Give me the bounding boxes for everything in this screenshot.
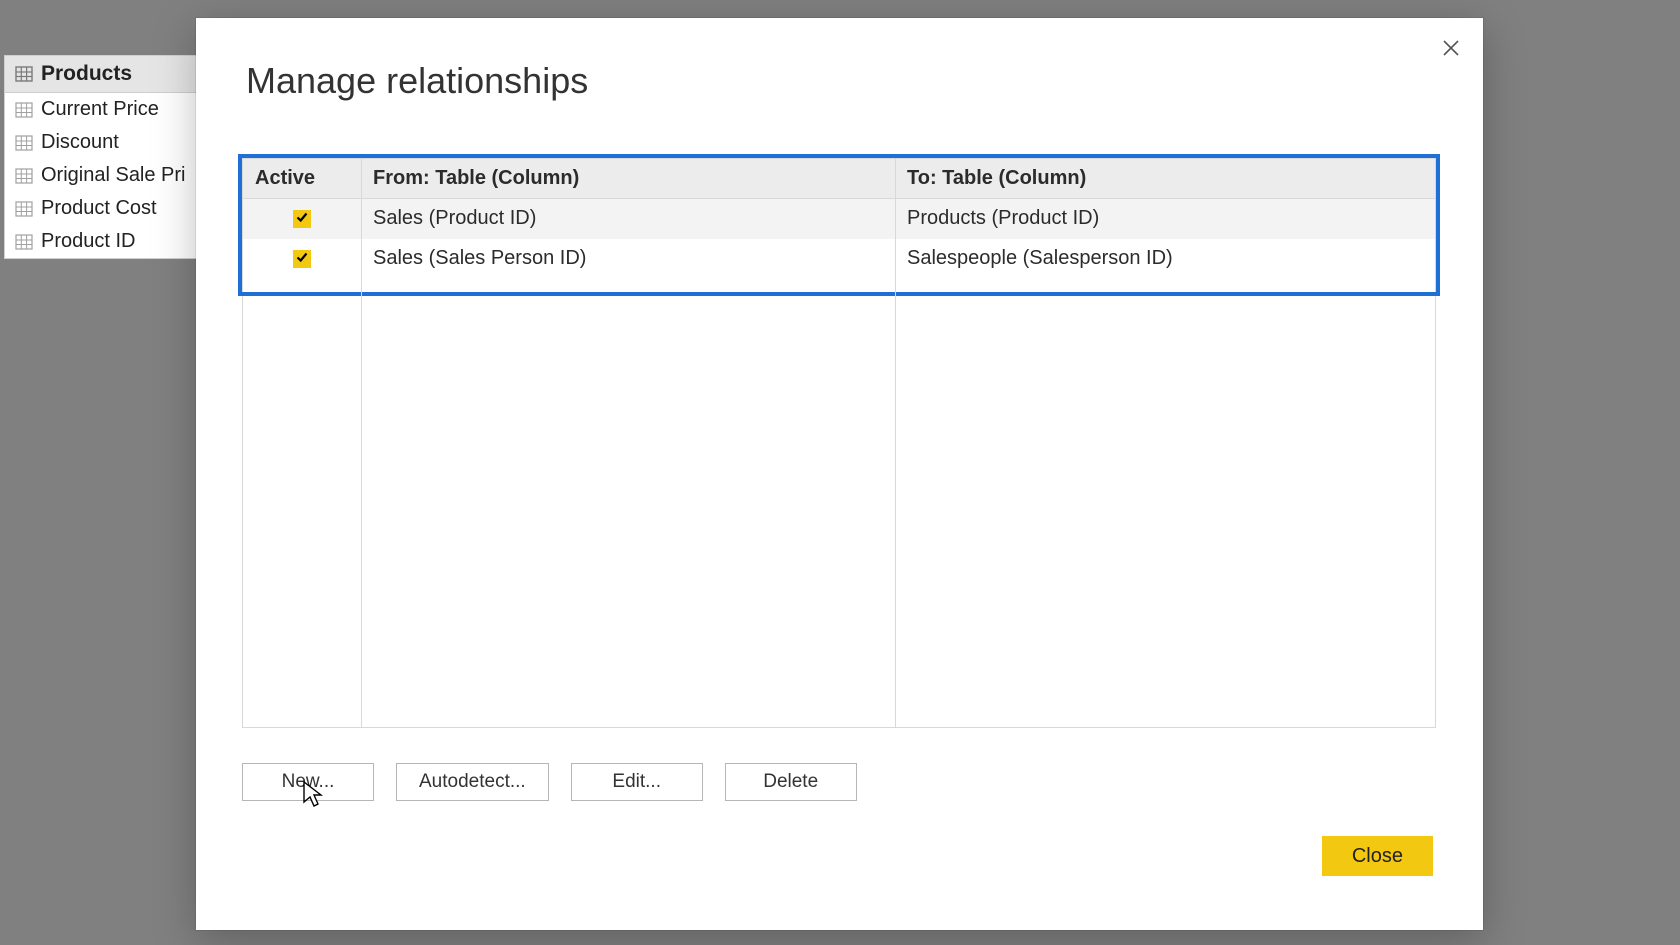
column-icon [15, 102, 33, 118]
close-icon [1441, 38, 1461, 63]
relationship-from: Sales (Product ID) [361, 199, 895, 239]
column-icon [15, 168, 33, 184]
relationships-table: Active From: Table (Column) To: Table (C… [242, 158, 1436, 728]
table-icon [15, 66, 33, 82]
check-icon [295, 247, 309, 270]
active-checkbox[interactable] [293, 250, 311, 268]
column-header-to[interactable]: To: Table (Column) [895, 159, 1435, 199]
fields-column-item[interactable]: Product ID [5, 225, 200, 258]
check-icon [295, 207, 309, 230]
column-header-from[interactable]: From: Table (Column) [361, 159, 895, 199]
autodetect-button[interactable]: Autodetect... [396, 763, 549, 801]
new-button[interactable]: New... [242, 763, 374, 801]
dialog-close-button[interactable] [1437, 36, 1465, 64]
column-icon [15, 201, 33, 217]
fields-column-label: Discount [41, 131, 119, 154]
manage-relationships-dialog: Manage relationships Active From: Table … [196, 18, 1483, 930]
fields-column-label: Current Price [41, 98, 159, 121]
fields-table-header[interactable]: Products [5, 56, 200, 93]
relationship-to: Products (Product ID) [895, 199, 1435, 239]
edit-button[interactable]: Edit... [571, 763, 703, 801]
dialog-title: Manage relationships [246, 60, 588, 102]
fields-column-label: Product Cost [41, 197, 157, 220]
active-checkbox[interactable] [293, 210, 311, 228]
fields-column-item[interactable]: Product Cost [5, 192, 200, 225]
column-header-active[interactable]: Active [243, 159, 361, 199]
close-button[interactable]: Close [1322, 836, 1433, 876]
fields-column-label: Product ID [41, 230, 135, 253]
relationship-from: Sales (Sales Person ID) [361, 239, 895, 279]
delete-button[interactable]: Delete [725, 763, 857, 801]
column-icon [15, 234, 33, 250]
column-icon [15, 135, 33, 151]
fields-column-item[interactable]: Discount [5, 126, 200, 159]
fields-column-label: Original Sale Pri [41, 164, 186, 187]
fields-table-name: Products [41, 62, 132, 86]
relationship-to: Salespeople (Salesperson ID) [895, 239, 1435, 279]
action-button-row: New... Autodetect... Edit... Delete [242, 763, 857, 801]
fields-column-item[interactable]: Original Sale Pri [5, 159, 200, 192]
fields-pane: Products Current Price Discount Original… [4, 55, 201, 259]
fields-column-item[interactable]: Current Price [5, 93, 200, 126]
